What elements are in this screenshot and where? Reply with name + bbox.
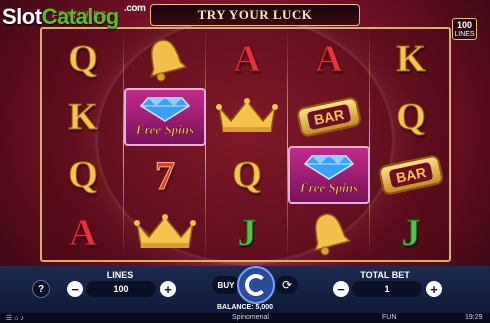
free-spins-symbol: Free Spins <box>288 146 370 204</box>
symbol-letter: Q <box>68 38 99 81</box>
bar-label: BAR <box>388 161 434 189</box>
free-spins-label: Free Spins <box>299 180 359 196</box>
letter-symbol: J <box>370 204 452 262</box>
bar-badge: BAR <box>377 153 445 197</box>
total-bet-value: 1 <box>352 281 422 297</box>
letter-symbol: Q <box>206 146 288 204</box>
letter-symbol: A <box>42 204 124 262</box>
bar-symbol: BAR <box>370 146 452 204</box>
balance-display: BALANCE: 5,000 <box>216 304 273 311</box>
letter-symbol: 7 <box>124 146 206 204</box>
free-spins-symbol: Free Spins <box>124 88 206 146</box>
symbol-letter: A <box>315 38 343 81</box>
buy-button[interactable]: BUY <box>212 276 240 294</box>
symbol-letter: Q <box>68 154 99 197</box>
help-button[interactable]: ? <box>32 280 50 298</box>
bar-label: BAR <box>306 103 352 131</box>
watermark-part1: Slot <box>2 4 42 29</box>
diamond-icon <box>304 155 354 180</box>
bell-icon <box>314 213 351 256</box>
symbol-letter: K <box>68 96 99 139</box>
spin-button[interactable] <box>237 266 275 304</box>
menu-icon[interactable]: ☰ ⌂ ♪ <box>6 314 24 322</box>
lines-minus-button[interactable]: − <box>67 281 83 297</box>
letter-symbol: J <box>206 204 288 262</box>
letter-symbol: A <box>288 30 370 88</box>
symbol-letter: K <box>396 38 427 81</box>
lines-plus-button[interactable]: + <box>160 281 176 297</box>
letter-symbol: Q <box>370 88 452 146</box>
crown-symbol <box>124 204 206 262</box>
provider-logo: Spinomenal <box>232 314 269 321</box>
crown-symbol <box>206 88 288 146</box>
symbol-letter: A <box>233 38 261 81</box>
lines-label: LINES <box>106 270 134 280</box>
symbol-letter: Q <box>396 96 427 139</box>
lines-badge-label: LINES <box>454 31 475 38</box>
game-mode: FUN <box>382 314 397 321</box>
symbol-letter: 7 <box>155 152 176 198</box>
bet-minus-button[interactable]: − <box>333 281 349 297</box>
spin-icon <box>245 274 267 296</box>
symbol-letter: J <box>401 212 421 255</box>
symbol-letter: A <box>69 212 97 255</box>
crown-icon <box>134 214 196 248</box>
autoplay-button[interactable]: ⟳ <box>276 276 298 294</box>
letter-symbol: Q <box>42 146 124 204</box>
bet-plus-button[interactable]: + <box>426 281 442 297</box>
clock: 19:29 <box>465 314 483 321</box>
title-banner: TRY YOUR LUCK <box>150 4 360 26</box>
free-spins-label: Free Spins <box>135 122 195 138</box>
crown-icon <box>216 98 278 132</box>
letter-symbol: K <box>42 88 124 146</box>
watermark-suffix: .com <box>124 3 146 14</box>
symbol-letter: J <box>237 212 257 255</box>
diamond-icon <box>140 97 190 122</box>
total-bet-label: TOTAL BET <box>360 270 410 280</box>
bell-symbol <box>124 30 206 88</box>
footer-bar: ☰ ⌂ ♪ Spinomenal FUN 19:29 <box>0 313 490 323</box>
bell-icon <box>150 39 187 82</box>
symbol-letter: Q <box>232 154 263 197</box>
bar-badge: BAR <box>295 95 363 139</box>
bell-symbol <box>288 204 370 262</box>
lines-value: 100 <box>86 281 156 297</box>
letter-symbol: Q <box>42 30 124 88</box>
letter-symbol: A <box>206 30 288 88</box>
lines-badge-number: 100 <box>456 20 473 30</box>
bar-symbol: BAR <box>288 88 370 146</box>
autoplay-icon: ⟳ <box>281 278 293 292</box>
watermark-logo: SlotCatalog .com <box>2 3 146 30</box>
lines-badge: 100 LINES <box>452 18 477 40</box>
letter-symbol: K <box>370 30 452 88</box>
watermark-part2: Catalog <box>41 4 120 29</box>
